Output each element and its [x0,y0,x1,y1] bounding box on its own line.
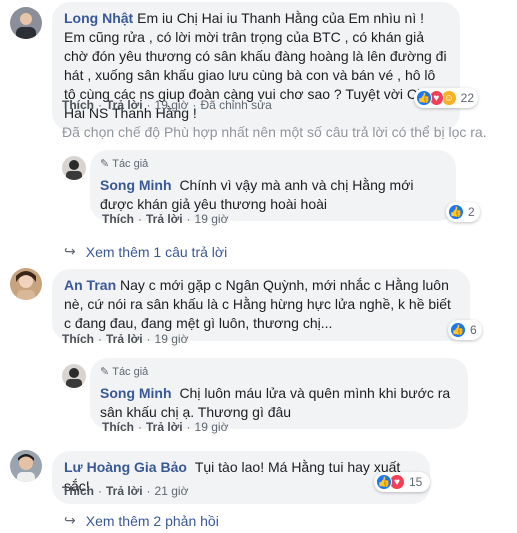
like-button[interactable]: Thích [102,420,134,434]
reply-actions: Thích · Trả lời · 19 giờ [102,212,229,226]
reply-time[interactable]: 19 giờ [195,420,229,434]
like-button[interactable]: Thích [62,484,94,498]
comment-actions: Thích · Trả lời · 19 giờ [62,332,189,346]
comment-author[interactable]: Long Nhật [64,10,133,26]
like-button[interactable]: Thích [62,98,94,112]
reaction-summary[interactable]: 👍 6 [448,320,482,340]
like-button[interactable]: Thích [62,332,94,346]
reaction-count: 2 [468,205,475,219]
avatar[interactable] [10,268,42,300]
pencil-icon: ✎ [100,158,110,170]
pencil-icon: ✎ [100,366,110,378]
author-badge-label: Tác giả [112,158,149,170]
like-reaction-icon: 👍 [376,474,392,490]
reply-arrow-icon: ↪ [64,243,76,259]
reply-button[interactable]: Trả lời [106,332,143,346]
reply-author[interactable]: Song Minh [100,385,172,401]
comment-bubble: An Tran Nay c mới gặp c Ngân Quỳnh, mới … [52,269,470,341]
reaction-summary[interactable]: 👍 ♥ ☺ 22 [414,88,478,108]
reaction-count: 15 [409,475,423,489]
reply-button[interactable]: Trả lời [106,98,143,112]
reply-arrow-icon: ↪ [64,512,76,528]
reply-author[interactable]: Song Minh [100,177,172,193]
comment-author[interactable]: Lư Hoàng Gia Bảo [64,459,187,475]
like-button[interactable]: Thích [102,212,134,226]
avatar[interactable] [10,450,42,482]
avatar[interactable] [10,7,42,39]
filter-note: Đã chọn chế độ Phù hợp nhất nên một số c… [62,124,487,140]
reply-button[interactable]: Trả lời [146,212,183,226]
comment-time[interactable]: 21 giờ [155,484,189,498]
comment-actions: Thích · Trả lời · 19 giờ · Đã chỉnh sửa [62,98,272,112]
avatar[interactable] [62,364,86,388]
reply-button[interactable]: Trả lời [146,420,183,434]
like-reaction-icon: 👍 [448,204,464,220]
comment-time[interactable]: 19 giờ [155,98,189,112]
author-badge-label: Tác giả [112,366,149,378]
edited-label: Đã chỉnh sửa [200,98,272,112]
reply-bubble: ✎ Tác giả Song Minh Chính vì vậy mà anh v… [90,150,456,221]
comment-text: Nay c mới gặp c Ngân Quỳnh, mới nhắc c H… [64,277,451,331]
see-more-replies-label[interactable]: Xem thêm 2 phản hồi [86,513,219,529]
reply-time[interactable]: 19 giờ [195,212,229,226]
reaction-count: 22 [460,91,474,105]
like-reaction-icon: 👍 [450,322,466,338]
reaction-count: 6 [470,323,477,337]
see-more-replies-link[interactable]: ↪ Xem thêm 1 câu trả lời [64,243,227,260]
reaction-summary[interactable]: 👍 2 [446,202,480,222]
author-badge: ✎ Tác giả [100,155,444,174]
see-more-replies-link[interactable]: ↪ Xem thêm 2 phản hồi [64,512,219,529]
comment-time[interactable]: 19 giờ [155,332,189,346]
author-badge: ✎ Tác giả [100,363,456,382]
reaction-summary[interactable]: 👍 ♥ 15 [374,472,430,492]
comment-author[interactable]: An Tran [64,277,116,293]
see-more-replies-label[interactable]: Xem thêm 1 câu trả lời [86,244,227,260]
reply-actions: Thích · Trả lời · 19 giờ [102,420,229,434]
like-reaction-icon: 👍 [416,90,432,106]
reply-bubble: ✎ Tác giả Song Minh Chị luôn máu lửa và q… [90,358,468,429]
comment-actions: Thích · Trả lời · 21 giờ [62,484,189,498]
avatar[interactable] [62,156,86,180]
reply-button[interactable]: Trả lời [106,484,143,498]
